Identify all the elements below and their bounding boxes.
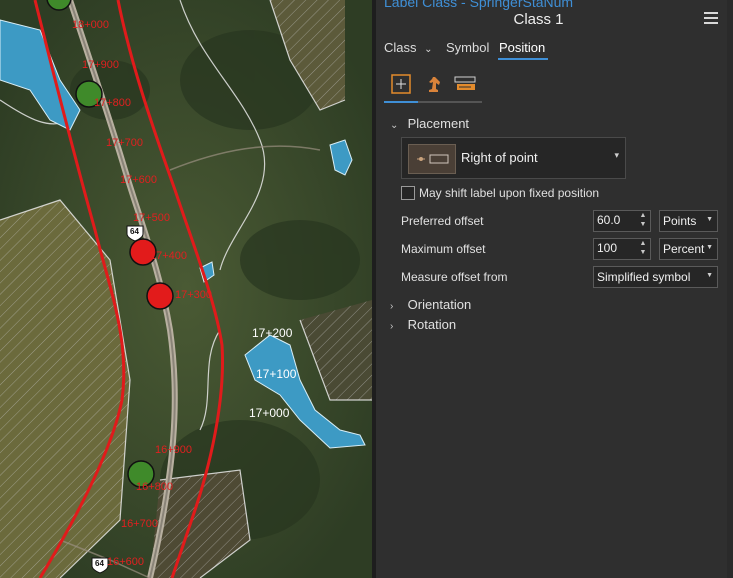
spin-up-icon[interactable]: ▲ [638, 240, 648, 248]
measure-offset-from-select[interactable]: Simplified symbol ▼ [593, 266, 718, 288]
dropdown-arrow-icon: ▼ [706, 244, 713, 251]
station-label: 17+000 [249, 406, 290, 420]
station-label: 17+300 [175, 289, 213, 301]
active-tab-indicator [498, 58, 548, 60]
station-label: 17+500 [133, 212, 171, 224]
section-placement[interactable]: ⌄ Placement [390, 116, 469, 131]
station-label: 17+900 [82, 59, 120, 71]
station-label: 16+800 [136, 481, 174, 493]
pane-scrollbar[interactable] [727, 0, 733, 578]
section-orientation-label: Orientation [407, 297, 472, 312]
station-label: 18+000 [72, 19, 110, 31]
maximum-offset-label: Maximum offset [401, 242, 486, 256]
hamburger-menu-icon[interactable] [704, 12, 718, 24]
chevron-right-icon: › [390, 321, 394, 332]
measure-offset-from-value: Simplified symbol [597, 270, 691, 284]
label-stack-icon [454, 76, 476, 90]
point-placement-icon [408, 144, 456, 174]
tab-position[interactable]: Position [499, 40, 545, 55]
dropdown-arrow-icon: ▾ [614, 150, 619, 160]
spin-down-icon[interactable]: ▼ [638, 249, 648, 257]
subtab-placement[interactable] [384, 70, 418, 98]
chess-knight-icon [429, 77, 440, 92]
station-label: 17+600 [120, 174, 158, 186]
station-label: 16+700 [121, 518, 159, 530]
spin-up-icon[interactable]: ▲ [638, 212, 648, 220]
dropdown-arrow-icon: ▼ [706, 272, 713, 279]
station-label: 17+200 [252, 326, 293, 340]
station-label: 17+700 [106, 137, 144, 149]
station-label: 17+100 [256, 367, 297, 381]
placement-style-value: Right of point [461, 150, 538, 165]
shift-label-checkbox[interactable] [401, 186, 415, 200]
tab-class-label: Class [384, 40, 417, 55]
pane-subtitle: Label Class - SpringerStaNum [384, 0, 574, 10]
tab-position-label: Position [499, 40, 546, 55]
pane-title: Class 1 [513, 11, 564, 28]
route-shield-label: 64 [130, 227, 139, 236]
spin-down-icon[interactable]: ▼ [638, 221, 648, 229]
shift-label-checkbox-label: May shift label upon fixed position [419, 186, 600, 200]
preferred-offset-label: Preferred offset [401, 214, 484, 228]
maximum-offset-input[interactable] [597, 241, 633, 255]
preferred-offset-unit-value: Points [663, 214, 697, 228]
preferred-offset-input[interactable] [597, 213, 633, 227]
chevron-down-icon: ⌄ [390, 120, 399, 131]
section-rotation[interactable]: › Rotation [390, 317, 456, 332]
maximum-offset-unit-select[interactable]: Percent ▼ [659, 238, 718, 260]
section-rotation-label: Rotation [407, 317, 457, 332]
preferred-offset-spinner[interactable]: ▲ ▼ [593, 210, 651, 232]
maximum-offset-spinner[interactable]: ▲ ▼ [593, 238, 651, 260]
station-label: 16+600 [107, 556, 145, 568]
subtab-conflict-resolution[interactable] [416, 70, 450, 98]
route-shield-label: 64 [95, 559, 104, 568]
chevron-down-icon: ⌄ [424, 44, 433, 55]
station-label: 17+400 [150, 250, 188, 262]
tab-symbol[interactable]: Symbol [446, 40, 489, 55]
tab-symbol-label: Symbol [446, 40, 490, 55]
preferred-offset-unit-select[interactable]: Points ▼ [659, 210, 718, 232]
maximum-offset-unit-value: Percent [663, 242, 705, 256]
subtab-label-stacking[interactable] [448, 70, 482, 98]
measure-offset-from-label: Measure offset from [401, 270, 508, 284]
section-orientation[interactable]: › Orientation [390, 297, 471, 312]
active-subtab-indicator [384, 101, 418, 103]
station-label: 17+800 [94, 97, 132, 109]
placement-style-dropdown[interactable]: Right of point ▾ [401, 137, 626, 179]
placement-icon [391, 74, 411, 94]
dropdown-arrow-icon: ▼ [706, 216, 713, 223]
map-view[interactable]: 18+000 17+900 17+800 17+700 17+600 17+50… [0, 0, 372, 578]
section-placement-label: Placement [407, 116, 470, 131]
chevron-right-icon: › [390, 301, 394, 312]
label-class-pane: Label Class - SpringerStaNum Class 1 Cla… [376, 0, 733, 578]
tab-class[interactable]: Class ⌄ [384, 40, 433, 55]
station-label: 16+900 [155, 444, 193, 456]
